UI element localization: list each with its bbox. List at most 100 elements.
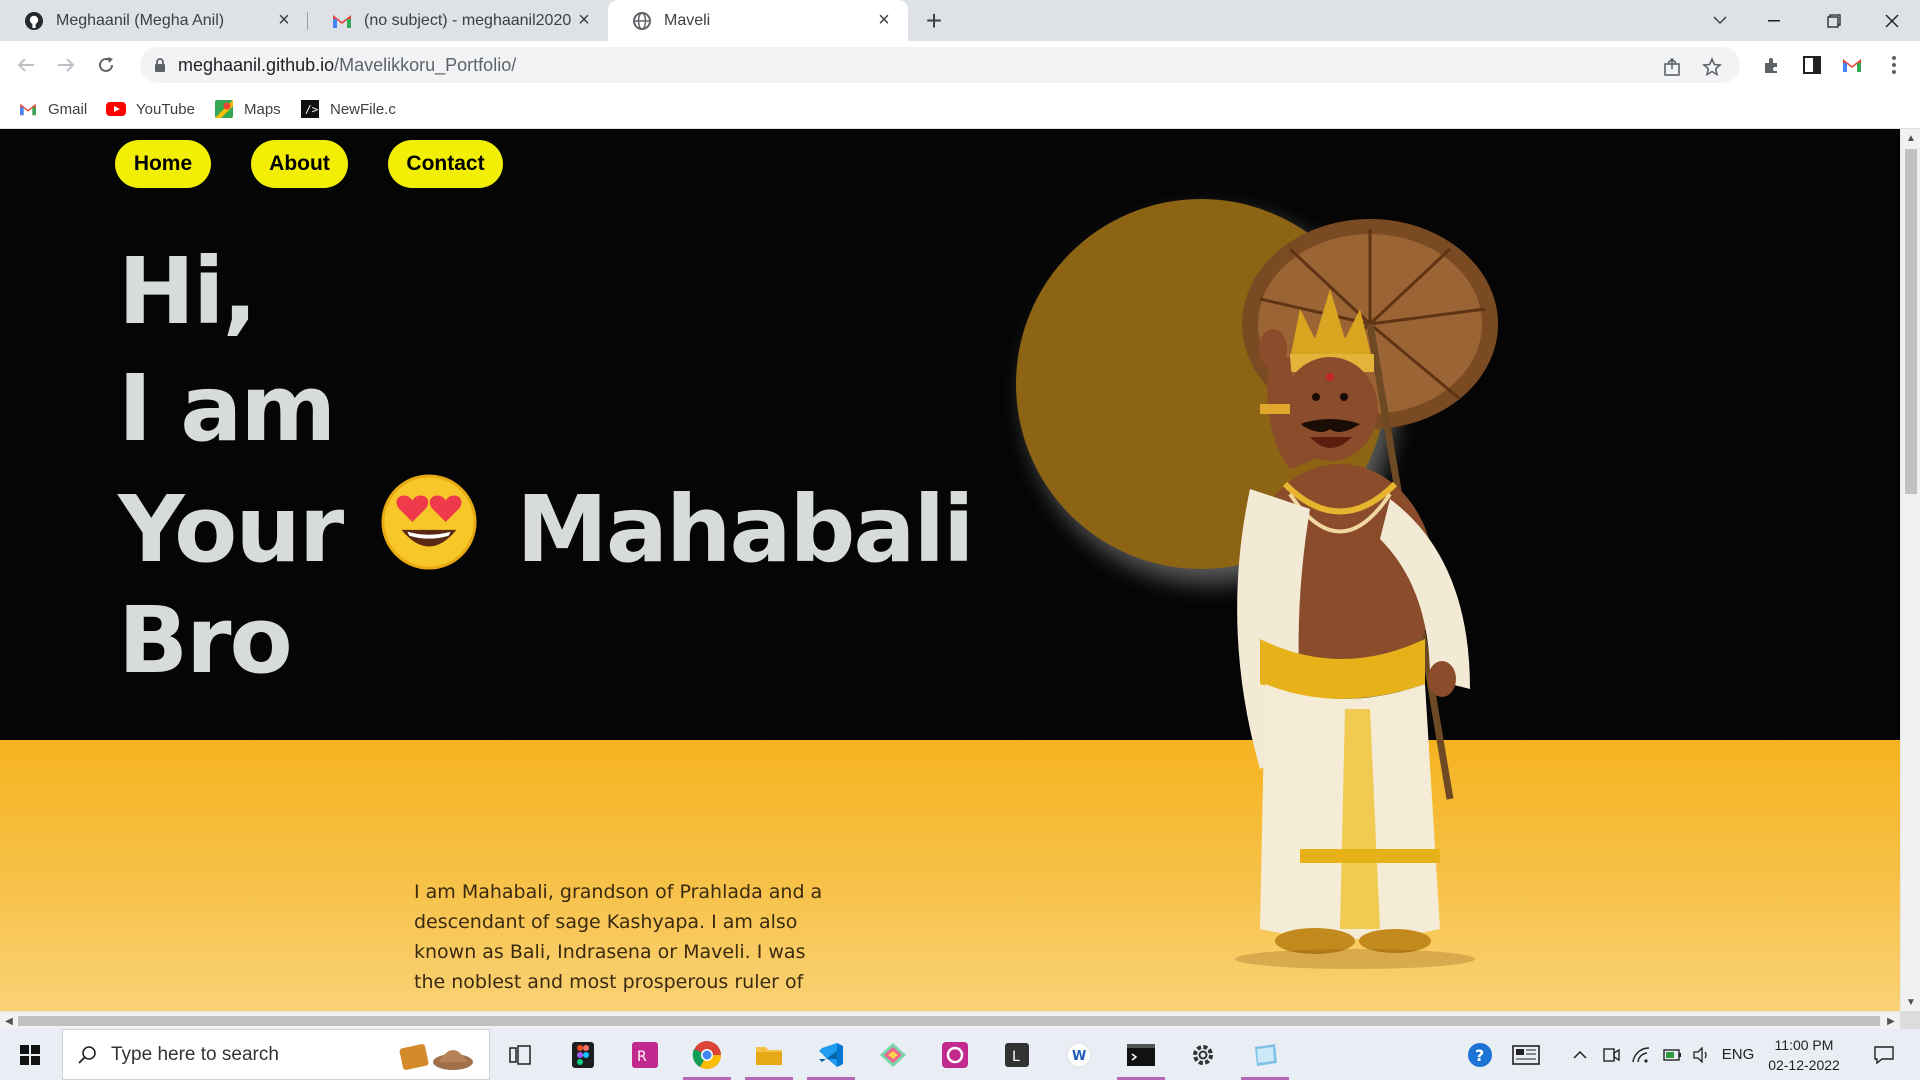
system-clock[interactable]: 11:00 PM 02-12-2022 [1762,1035,1846,1075]
tab-title: Maveli [664,11,711,29]
bookmark-label: YouTube [136,100,195,118]
headline-mahabali: Mahabali [516,475,974,583]
help-icon[interactable]: ? [1464,1029,1496,1080]
close-icon[interactable]: × [572,9,596,33]
terminal-icon[interactable] [1113,1029,1169,1080]
tab-title: (no subject) - meghaanil2020@g [364,11,572,29]
close-window-button[interactable] [1864,0,1920,41]
bookmark-label: Gmail [48,100,88,118]
side-panel-icon[interactable] [1800,53,1824,77]
file-icon: /> [300,99,320,119]
news-widget-icon[interactable] [1510,1029,1542,1080]
new-tab-button[interactable]: + [918,5,950,36]
lock-icon[interactable] [154,57,166,73]
nav-contact-button[interactable]: Contact [388,140,503,188]
scroll-down-icon[interactable]: ▼ [1901,993,1920,1011]
gmail-icon [332,11,352,31]
scroll-right-icon[interactable]: ▶ [1882,1012,1900,1030]
clock-time: 11:00 PM [1774,1037,1834,1053]
nav-about-button[interactable]: About [251,140,348,188]
address-bar[interactable]: meghaanil.github.io/Mavelikkoru_Portfoli… [140,47,1740,83]
about-section [0,740,1900,1011]
svg-text:W: W [1072,1049,1086,1064]
tab-strip: Meghaanil (Megha Anil) × (no subject) - … [0,0,1920,41]
close-icon[interactable]: × [872,9,896,33]
start-button[interactable] [0,1029,60,1080]
minimize-button[interactable] [1746,0,1802,41]
nav-home-button[interactable]: Home [115,140,211,188]
forward-icon[interactable] [50,49,82,81]
back-icon[interactable] [10,49,42,81]
search-highlight-icon [399,1044,473,1070]
bookmark-youtube[interactable]: YouTube [106,97,195,121]
bookmark-gmail[interactable]: Gmail [18,97,87,121]
menu-icon[interactable] [1882,53,1906,77]
clock-date: 02-12-2022 [1768,1057,1840,1073]
headline-line-4: Bro [118,587,293,694]
mahabali-illustration [1235,219,1498,969]
svg-text:L: L [1012,1049,1020,1065]
vscode-icon[interactable] [803,1029,859,1080]
word-icon[interactable]: W [1051,1029,1107,1080]
chevron-up-icon[interactable] [1568,1029,1592,1080]
battery-icon[interactable] [1660,1029,1686,1080]
horizontal-scrollbar[interactable]: ◀ ▶ [0,1011,1900,1029]
github-desktop-icon[interactable] [927,1029,983,1080]
launcher-l-icon[interactable]: L [989,1029,1045,1080]
close-icon[interactable]: × [272,9,296,33]
svg-text:/>: /> [305,103,319,116]
headline-line-1: Hi, [118,238,257,345]
extensions-icon[interactable] [1760,53,1784,77]
scroll-up-icon[interactable]: ▲ [1901,129,1920,147]
horizontal-scroll-thumb[interactable] [18,1016,1880,1026]
file-explorer-icon[interactable] [741,1029,797,1080]
svg-text:R: R [637,1049,647,1065]
reload-icon[interactable] [90,49,122,81]
gmail-icon[interactable] [1840,53,1864,77]
gitkraken-icon[interactable] [865,1029,921,1080]
language-indicator[interactable]: ENG [1716,1029,1760,1080]
reader-app-icon[interactable]: R [617,1029,673,1080]
wifi-icon[interactable] [1628,1029,1654,1080]
gmail-icon [18,99,38,119]
windows-icon [20,1044,40,1065]
figma-icon[interactable] [555,1029,611,1080]
bookmark-newfile[interactable]: /> NewFile.c [300,97,396,121]
tab-gmail[interactable]: (no subject) - meghaanil2020@g × [308,0,608,41]
scrollbar-corner [1900,1011,1920,1029]
tab-title: Meghaanil (Megha Anil) [56,11,225,29]
page-viewport: Home About Contact Hi, I am Your Mahabal… [0,129,1900,1011]
star-icon[interactable] [1700,55,1724,79]
search-placeholder: Type here to search [111,1043,279,1065]
notes-app-icon[interactable] [1237,1029,1293,1080]
bookmark-label: NewFile.c [330,100,396,118]
headline-line-3: Your Mahabali [118,474,975,592]
headline-your: Your [118,475,344,583]
tab-maveli[interactable]: Maveli × [608,0,908,41]
notification-icon[interactable] [1864,1029,1904,1080]
volume-icon[interactable] [1688,1029,1714,1080]
url-text: meghaanil.github.io/Mavelikkoru_Portfoli… [178,55,516,76]
tab-search-icon[interactable] [1692,0,1748,41]
bookmark-maps[interactable]: Maps [214,97,281,121]
search-icon [78,1045,96,1064]
chrome-icon[interactable] [679,1029,735,1080]
settings-gear-icon[interactable] [1175,1029,1231,1080]
task-view-icon[interactable] [492,1029,548,1080]
bookmarks-bar: Gmail YouTube Maps /> NewFile.c [0,89,1920,129]
vertical-scrollbar[interactable]: ▲ ▼ [1900,129,1920,1011]
restore-button[interactable] [1806,0,1862,41]
bookmark-label: Maps [244,100,281,118]
github-icon [24,11,44,31]
meet-now-icon[interactable] [1598,1029,1624,1080]
taskbar-search[interactable]: Type here to search [62,1029,490,1080]
tab-github[interactable]: Meghaanil (Megha Anil) × [0,0,308,41]
maps-icon [214,99,234,119]
youtube-icon [106,99,126,119]
vertical-scroll-thumb[interactable] [1905,149,1917,494]
scroll-left-icon[interactable]: ◀ [0,1012,18,1030]
heart-eyes-emoji-icon [380,473,478,586]
about-text: I am Mahabali, grandson of Prahlada and … [414,877,834,998]
share-icon[interactable] [1660,55,1684,79]
browser-toolbar: meghaanil.github.io/Mavelikkoru_Portfoli… [0,41,1920,89]
